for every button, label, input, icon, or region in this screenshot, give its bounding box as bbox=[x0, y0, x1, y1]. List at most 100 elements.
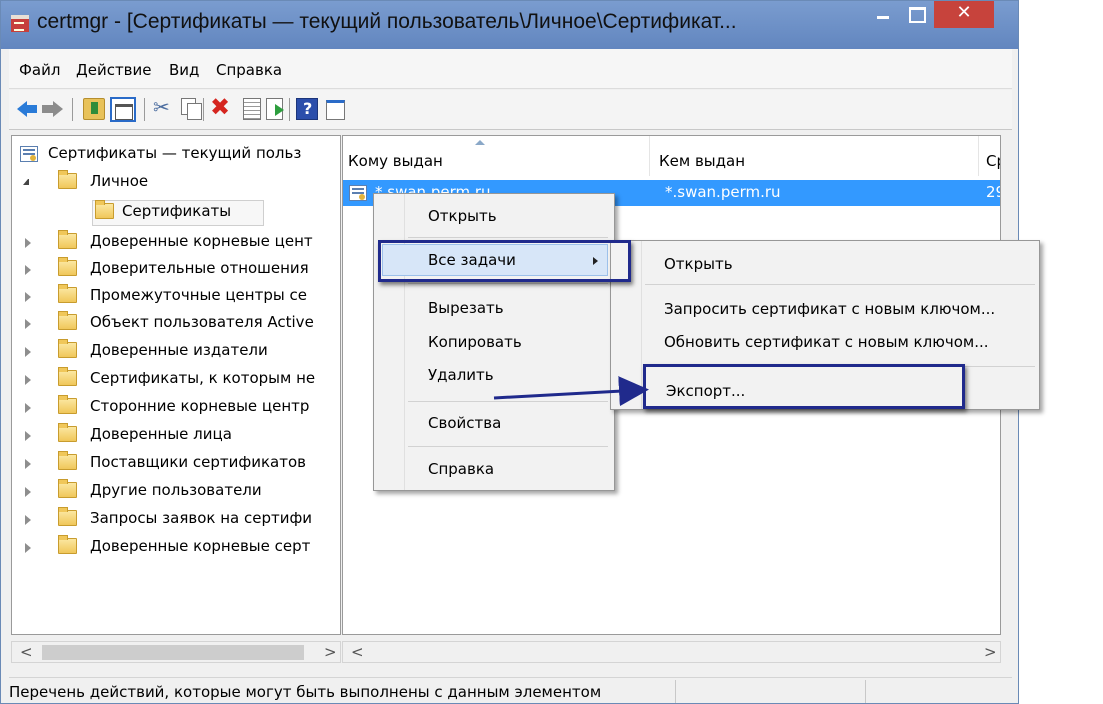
tree-horizontal-scrollbar[interactable]: < > bbox=[11, 641, 341, 663]
properties-icon[interactable] bbox=[241, 98, 263, 120]
expand-icon[interactable] bbox=[25, 515, 31, 525]
status-bar: Перечень действий, которые могут быть вы… bbox=[9, 677, 1012, 703]
column-issued-by[interactable]: Кем выдан bbox=[659, 152, 745, 170]
menu-separator bbox=[408, 283, 608, 284]
copy-icon[interactable] bbox=[181, 98, 203, 120]
menu-item-properties[interactable]: Свойства bbox=[428, 414, 501, 432]
toolbar-separator bbox=[203, 98, 204, 121]
tree-item-enrollment-requests[interactable]: Запросы заявок на сертифи bbox=[12, 507, 340, 533]
certificates-snapin-icon bbox=[20, 146, 38, 162]
export-list-icon[interactable] bbox=[265, 98, 287, 120]
folder-icon bbox=[58, 507, 77, 526]
folder-icon bbox=[58, 170, 77, 189]
sort-ascending-icon bbox=[475, 140, 485, 145]
menu-separator bbox=[408, 237, 608, 238]
expand-icon[interactable] bbox=[25, 347, 31, 357]
menu-separator bbox=[408, 401, 608, 402]
help-icon[interactable] bbox=[296, 98, 318, 120]
scroll-left-icon[interactable]: < bbox=[351, 643, 364, 661]
list-horizontal-scrollbar[interactable]: < > bbox=[342, 641, 1001, 663]
expand-icon[interactable] bbox=[25, 319, 31, 329]
cut-icon[interactable] bbox=[153, 95, 175, 120]
cell-issued-by: *.swan.perm.ru bbox=[665, 183, 781, 201]
tree-root[interactable]: Сертификаты — текущий польз bbox=[12, 142, 340, 168]
context-menu: Открыть Все задачи Вырезать Копировать У… bbox=[373, 193, 615, 491]
tree-item-enterprise-trust[interactable]: Доверительные отношения bbox=[12, 257, 340, 283]
tree-item-personal[interactable]: Личное bbox=[12, 170, 340, 196]
folder-icon bbox=[58, 367, 77, 386]
submenu-item-renew-new-key[interactable]: Обновить сертификат с новым ключом... bbox=[664, 333, 989, 351]
expand-icon[interactable] bbox=[25, 238, 31, 248]
up-folder-icon[interactable] bbox=[83, 98, 105, 120]
tree-item-certificates[interactable]: Сертификаты bbox=[12, 200, 340, 226]
maximize-button[interactable] bbox=[901, 1, 931, 31]
status-text: Перечень действий, которые могут быть вы… bbox=[9, 683, 602, 701]
tree-item-trusted-publishers[interactable]: Доверенные издатели bbox=[12, 339, 340, 365]
column-issued-to[interactable]: Кому выдан bbox=[348, 152, 443, 170]
cell-expiration: 29 bbox=[986, 183, 1000, 201]
action-pane-icon[interactable] bbox=[324, 98, 346, 120]
expand-icon[interactable] bbox=[25, 543, 31, 553]
close-icon: ✕ bbox=[956, 2, 972, 23]
expand-icon[interactable] bbox=[25, 431, 31, 441]
menu-help[interactable]: Справка bbox=[216, 61, 282, 79]
tree-item-third-party-root[interactable]: Сторонние корневые центр bbox=[12, 395, 340, 421]
scroll-right-icon[interactable]: > bbox=[324, 643, 337, 661]
status-panel bbox=[865, 680, 1005, 703]
menu-item-help[interactable]: Справка bbox=[428, 460, 494, 478]
forward-arrow-icon[interactable] bbox=[42, 98, 64, 120]
menu-gutter bbox=[641, 241, 642, 409]
back-arrow-icon[interactable] bbox=[17, 98, 39, 120]
close-button[interactable]: ✕ bbox=[934, 1, 994, 28]
minimize-button[interactable] bbox=[869, 1, 899, 31]
tree-item-trusted-root[interactable]: Доверенные корневые цент bbox=[12, 230, 340, 256]
menu-file[interactable]: Файл bbox=[19, 61, 60, 79]
menu-item-open[interactable]: Открыть bbox=[428, 207, 497, 225]
folder-icon bbox=[58, 479, 77, 498]
expand-open-icon[interactable] bbox=[23, 179, 29, 185]
submenu-item-open[interactable]: Открыть bbox=[664, 255, 733, 273]
expand-icon[interactable] bbox=[25, 375, 31, 385]
menu-bar: Файл Действие Вид Справка bbox=[9, 49, 1012, 89]
tree-item-untrusted[interactable]: Сертификаты, к которым не bbox=[12, 367, 340, 393]
column-expiration[interactable]: Ср bbox=[986, 152, 1000, 170]
folder-icon bbox=[58, 395, 77, 414]
expand-icon[interactable] bbox=[25, 487, 31, 497]
show-console-tree-icon[interactable] bbox=[110, 97, 136, 122]
expand-icon[interactable] bbox=[25, 292, 31, 302]
delete-icon[interactable] bbox=[210, 93, 232, 121]
scroll-thumb[interactable] bbox=[42, 645, 304, 660]
menu-action[interactable]: Действие bbox=[76, 61, 152, 79]
toolbar-separator bbox=[289, 98, 290, 121]
folder-icon bbox=[58, 311, 77, 330]
tree-item-other-people[interactable]: Другие пользователи bbox=[12, 479, 340, 505]
menu-item-copy[interactable]: Копировать bbox=[428, 333, 522, 351]
console-tree: Сертификаты — текущий польз Личное Серти… bbox=[11, 135, 341, 635]
folder-icon bbox=[95, 200, 114, 219]
tree-item-trusted-people[interactable]: Доверенные лица bbox=[12, 423, 340, 449]
expand-icon[interactable] bbox=[25, 403, 31, 413]
submenu-item-request-new-key[interactable]: Запросить сертификат с новым ключом... bbox=[664, 300, 995, 318]
menu-item-delete[interactable]: Удалить bbox=[428, 366, 494, 384]
column-divider[interactable] bbox=[978, 136, 979, 176]
status-panel bbox=[675, 680, 865, 703]
all-tasks-highlight-frame bbox=[378, 240, 631, 282]
expand-icon[interactable] bbox=[25, 459, 31, 469]
toolbar bbox=[9, 90, 1012, 130]
tree-item-client-auth-issuers[interactable]: Поставщики сертификатов bbox=[12, 451, 340, 477]
menu-separator bbox=[408, 446, 608, 447]
tree-item-smart-card-root[interactable]: Доверенные корневые серт bbox=[12, 535, 340, 561]
expand-icon[interactable] bbox=[25, 265, 31, 275]
folder-icon bbox=[58, 284, 77, 303]
scroll-right-icon[interactable]: > bbox=[984, 643, 997, 661]
folder-icon bbox=[58, 257, 77, 276]
tree-item-active-directory[interactable]: Объект пользователя Active bbox=[12, 311, 340, 337]
scroll-left-icon[interactable]: < bbox=[20, 643, 33, 661]
column-divider[interactable] bbox=[649, 136, 650, 176]
menu-view[interactable]: Вид bbox=[169, 61, 199, 79]
folder-icon bbox=[58, 535, 77, 554]
menu-item-cut[interactable]: Вырезать bbox=[428, 299, 504, 317]
menu-gutter bbox=[404, 194, 405, 490]
title-bar[interactable]: certmgr - [Сертификаты — текущий пользов… bbox=[1, 1, 1018, 49]
tree-item-intermediate[interactable]: Промежуточные центры се bbox=[12, 284, 340, 310]
